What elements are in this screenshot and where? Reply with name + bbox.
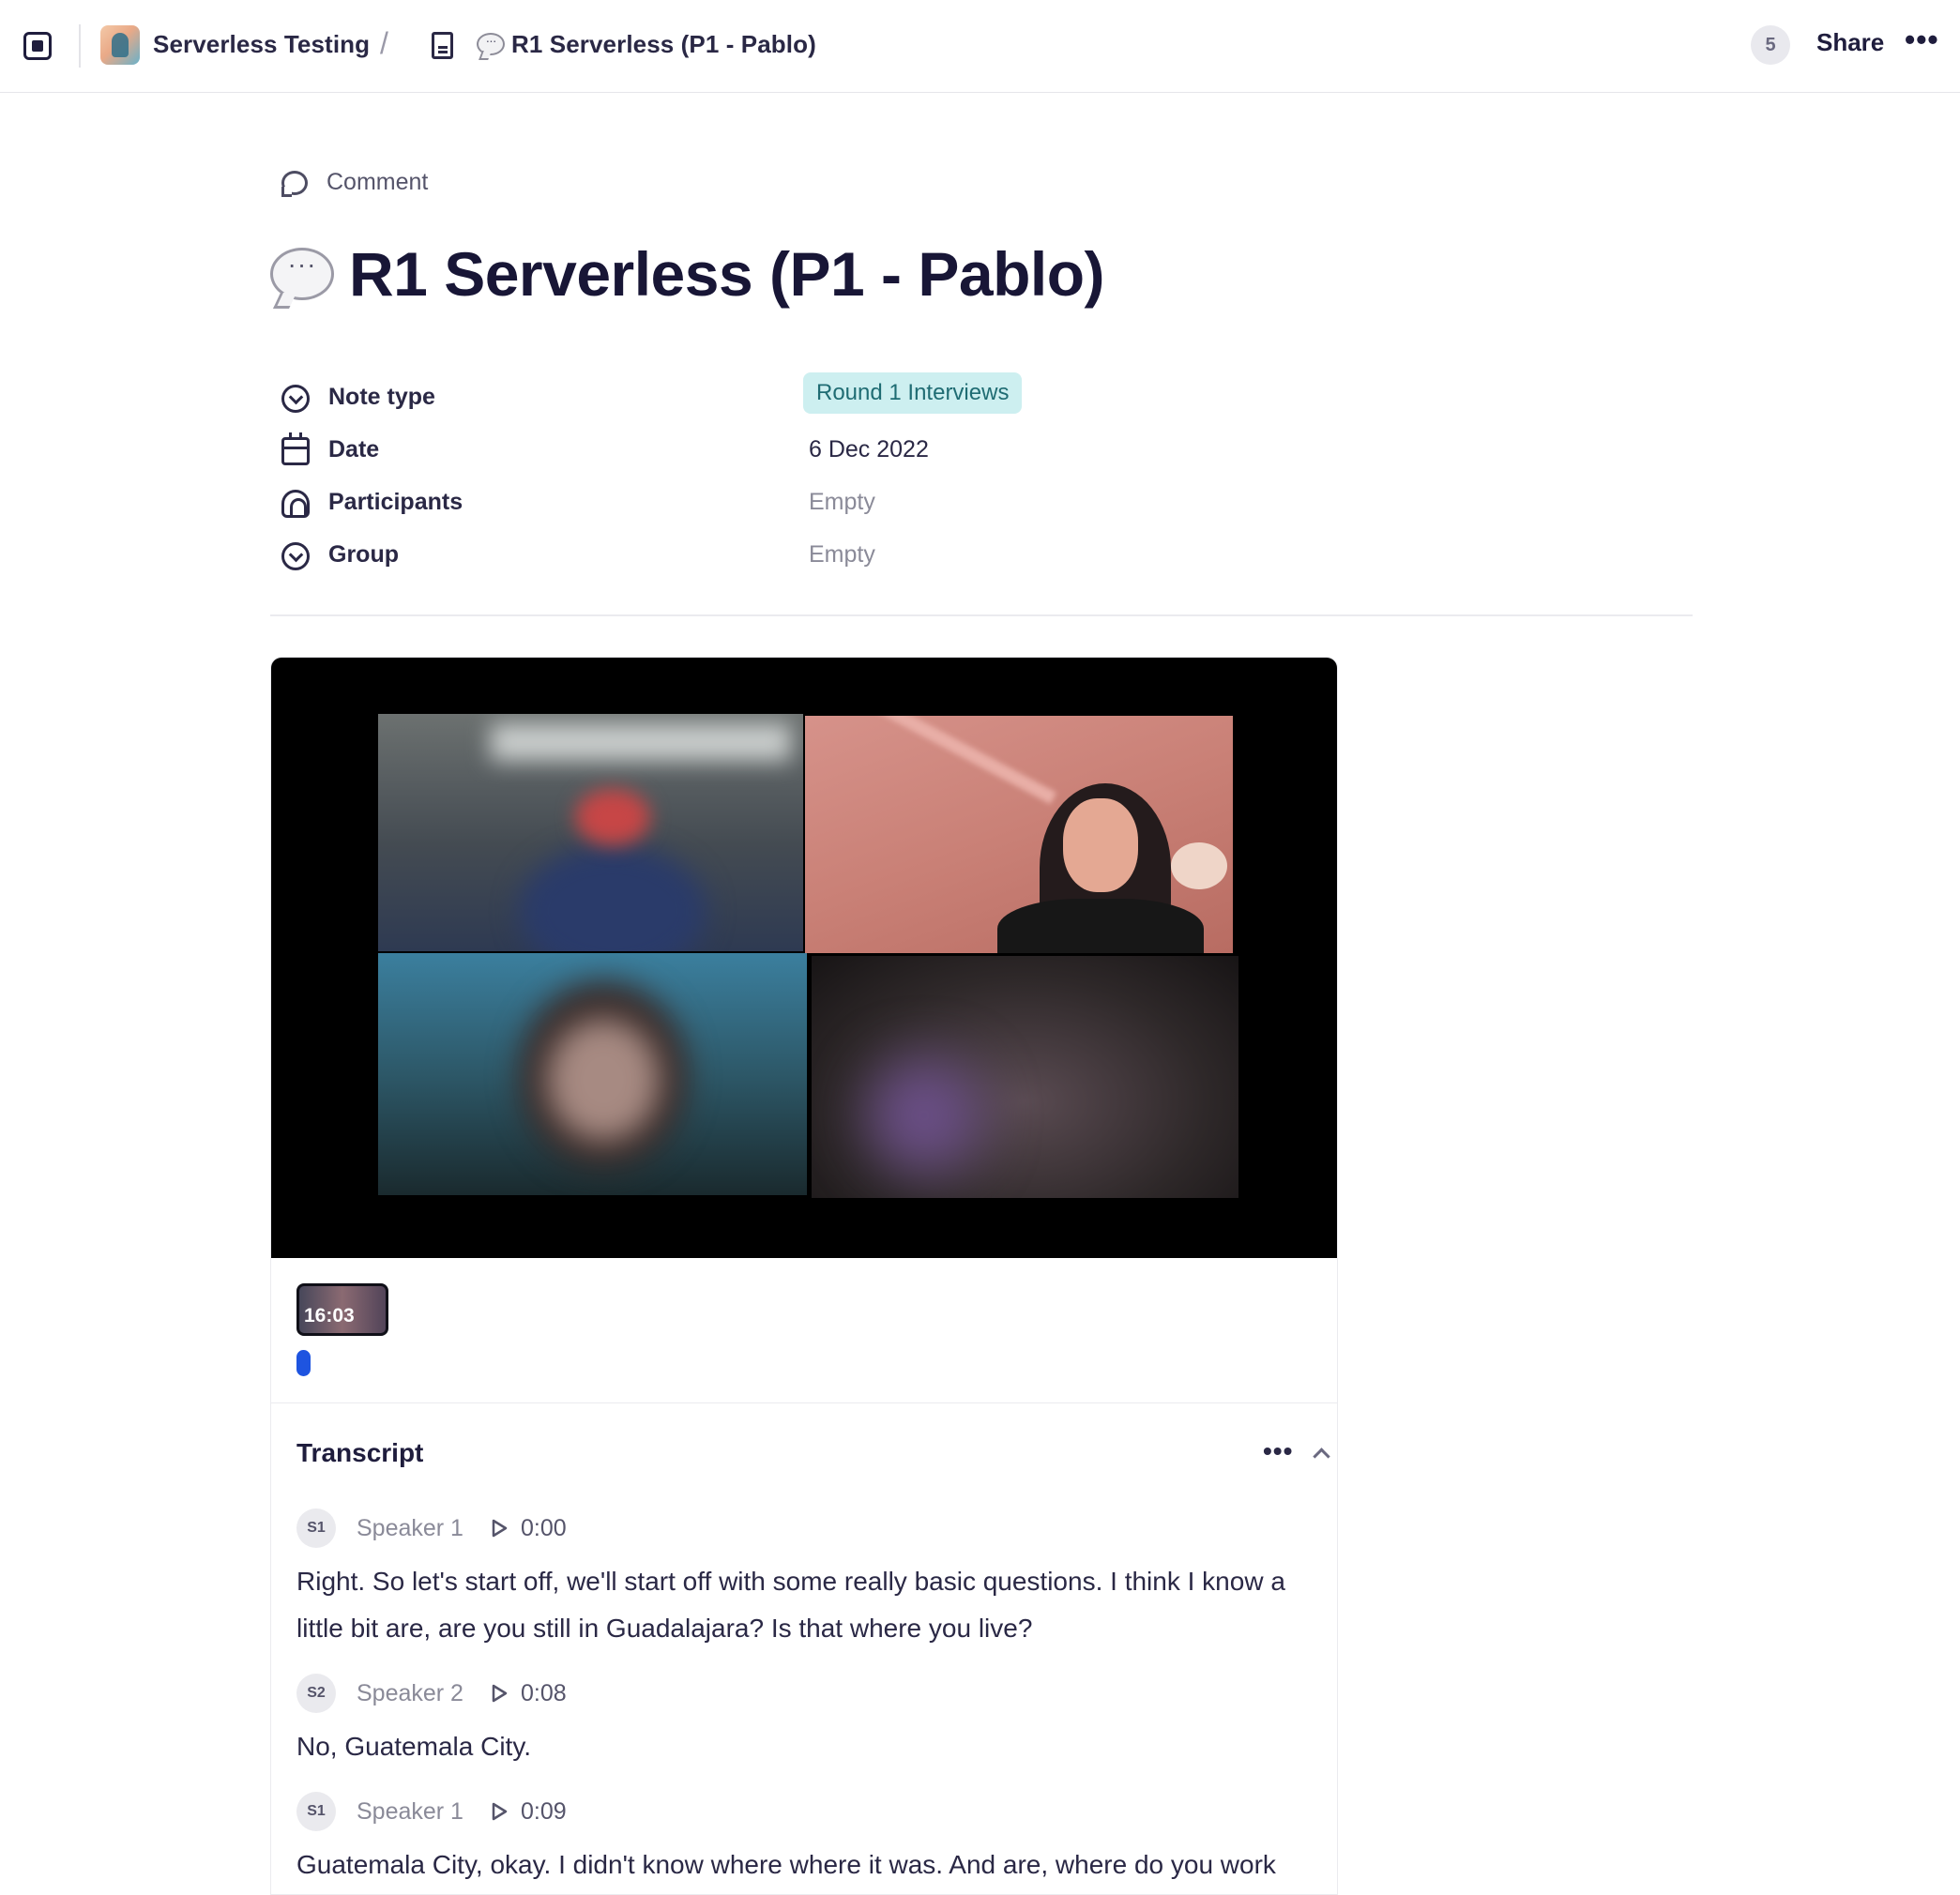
chevron-up-icon[interactable] [1313,1448,1330,1465]
utterance-text: Guatemala City, okay. I didn't know wher… [296,1850,1276,1879]
breadcrumb-workspace[interactable]: Serverless Testing [153,30,370,59]
property-label: Participants [328,488,463,515]
share-button[interactable]: Share [1816,28,1884,57]
document-icon [432,32,453,59]
utterance-header: S1 Speaker 1 0:00 [296,1502,1314,1554]
video-player[interactable] [271,658,1337,1258]
sidebar-toggle-icon[interactable] [23,32,52,60]
top-bar: Serverless Testing / ··· R1 Serverless (… [0,0,1960,93]
property-participants[interactable]: Participants Empty [281,476,1689,528]
transcript-utterance: S2 Speaker 2 0:08 No, Guatemala City. [296,1667,1314,1785]
fingerprint-icon [281,490,310,518]
speaker-name[interactable]: Speaker 1 [357,1515,463,1542]
transcript-utterance: S1 Speaker 1 0:09 Guatemala City, okay. … [296,1785,1314,1894]
transcript-header: Transcript ••• [296,1403,1330,1502]
transcript-title: Transcript [296,1438,424,1467]
play-icon[interactable] [492,1684,508,1703]
page-title-row: ··· R1 Serverless (P1 - Pablo) [270,238,1105,310]
property-note-type[interactable]: Note type Round 1 Interviews [281,371,1689,423]
collaborator-count-badge[interactable]: 5 [1751,25,1790,65]
breadcrumb-page[interactable]: R1 Serverless (P1 - Pablo) [511,30,816,59]
timestamp[interactable]: 0:00 [521,1515,567,1542]
play-icon[interactable] [492,1519,508,1538]
speaker-avatar: S1 [296,1792,336,1831]
property-date[interactable]: Date 6 Dec 2022 [281,423,1689,476]
utterance-header: S1 Speaker 1 0:09 [296,1785,1314,1838]
breadcrumb-separator: / [380,26,388,60]
group-value[interactable]: Empty [809,541,875,568]
timestamp[interactable]: 0:08 [521,1680,567,1707]
divider [79,24,81,68]
calendar-icon [281,432,310,465]
speaker-avatar: S2 [296,1674,336,1713]
speaker-name[interactable]: Speaker 2 [357,1680,463,1707]
property-group[interactable]: Group Empty [281,528,1689,581]
participants-value[interactable]: Empty [809,489,875,516]
comment-label: Comment [327,169,429,195]
play-icon[interactable] [492,1802,508,1821]
properties-table: Note type Round 1 Interviews Date 6 Dec … [281,371,1689,581]
date-value[interactable]: 6 Dec 2022 [809,436,929,463]
speaker-name[interactable]: Speaker 1 [357,1798,463,1826]
transcript-more-icon[interactable]: ••• [1263,1436,1293,1466]
note-type-tag[interactable]: Round 1 Interviews [803,372,1023,414]
video-tile [812,956,1238,1198]
video-duration: 16:03 [304,1305,355,1326]
playback-scrubber[interactable] [296,1350,311,1376]
video-thumbnail[interactable]: 16:03 [296,1283,388,1336]
property-label: Note type [328,383,435,410]
add-comment-button[interactable]: Comment [281,169,429,197]
video-tile [805,716,1233,953]
more-options-icon[interactable]: ••• [1905,23,1939,57]
circle-chevron-icon [281,542,310,570]
video-card: 16:03 Transcript ••• S1 Speaker 1 0:00 R… [270,657,1338,1895]
utterance-header: S2 Speaker 2 0:08 [296,1667,1314,1720]
transcript-utterance: S1 Speaker 1 0:00 Right. So let's start … [296,1502,1314,1667]
comment-icon [281,170,308,197]
speaker-avatar: S1 [296,1508,336,1548]
property-label: Date [328,435,380,462]
circle-chevron-icon [281,385,310,413]
transcript-panel: Transcript ••• S1 Speaker 1 0:00 Right. … [271,1403,1337,1894]
timestamp[interactable]: 0:09 [521,1798,567,1826]
speech-bubble-icon: ··· [477,33,505,55]
speech-bubble-icon[interactable]: ··· [270,248,334,300]
video-tile [378,714,803,951]
utterance-text: Right. So let's start off, we'll start o… [296,1567,1285,1643]
page-title[interactable]: R1 Serverless (P1 - Pablo) [349,238,1105,310]
divider [270,614,1693,616]
utterance-text: No, Guatemala City. [296,1732,532,1761]
video-controls: 16:03 [271,1258,1337,1403]
property-label: Group [328,540,399,568]
workspace-avatar[interactable] [100,25,140,65]
video-tile [378,953,807,1195]
